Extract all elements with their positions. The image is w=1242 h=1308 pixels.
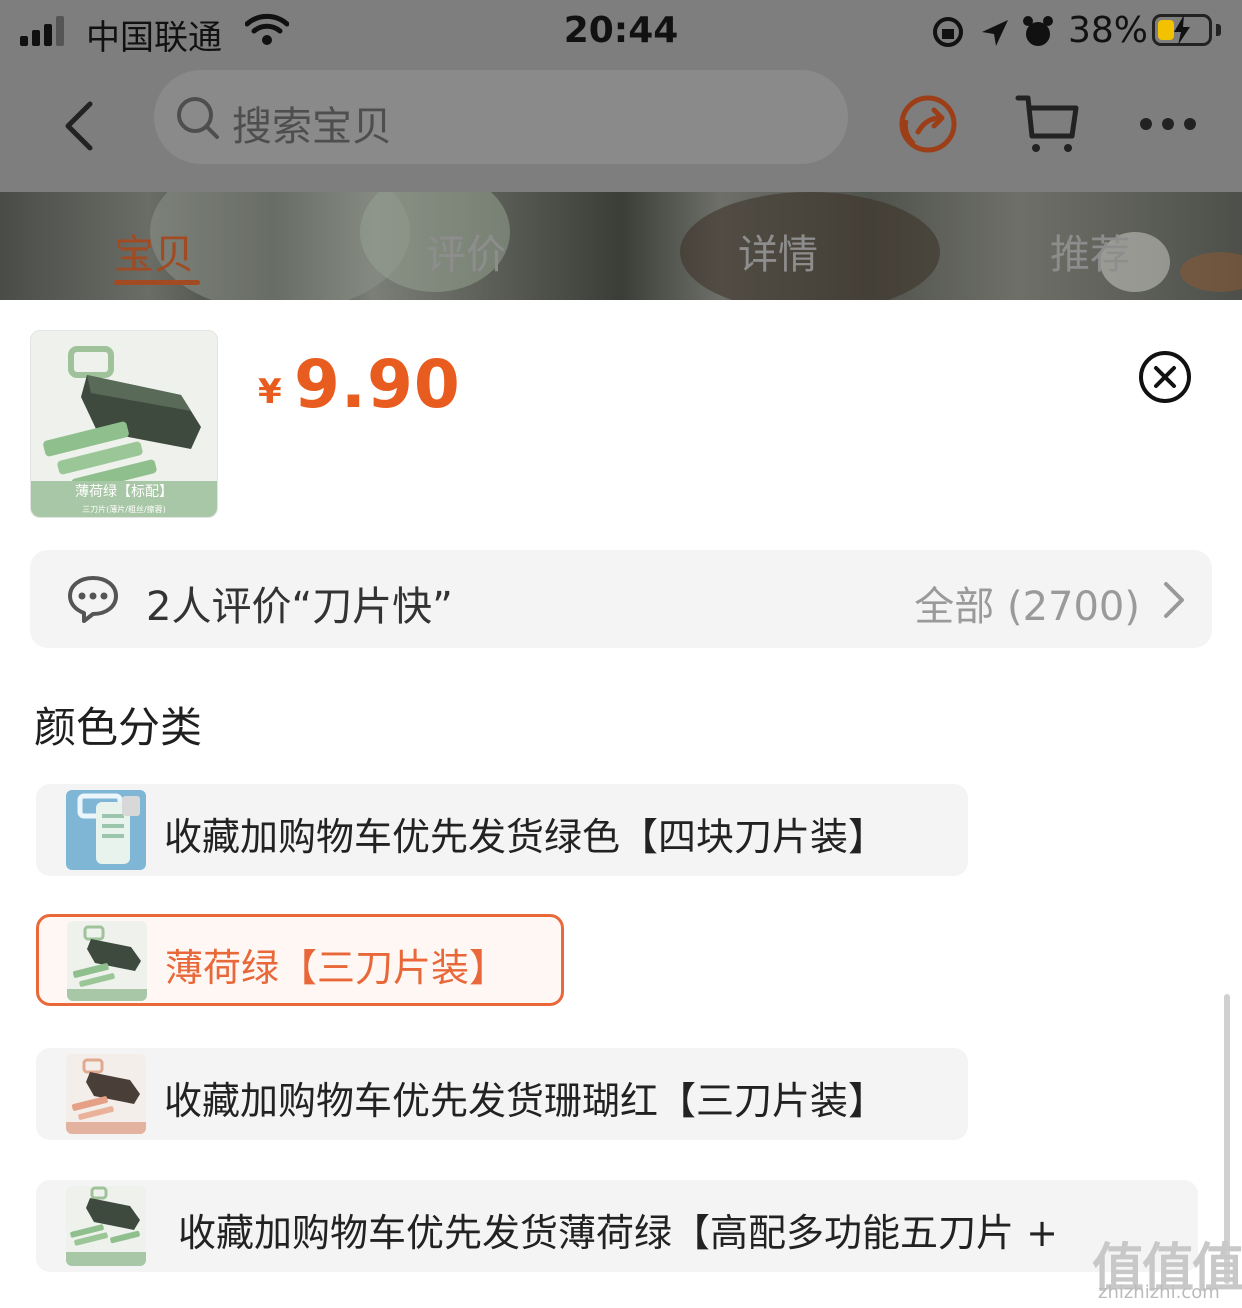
review-summary-bar[interactable]: 2人评价“刀片快” 全部 (2700) (30, 550, 1212, 648)
battery-tip (1216, 24, 1221, 36)
share-icon[interactable] (896, 92, 960, 156)
watermark-domain: zhizhizhi.com (1098, 1282, 1220, 1303)
battery-percentage: 38% (1068, 10, 1149, 51)
product-price: 9.90 (294, 346, 461, 423)
status-bar: 中国联通 20:44 38% (0, 0, 1242, 64)
option-label: 收藏加购物车优先发货珊瑚红【三刀片装】 (164, 1079, 887, 1123)
search-input[interactable]: 搜索宝贝 (154, 70, 848, 164)
sku-option-selected[interactable]: 薄荷绿【三刀片装】 (36, 914, 564, 1006)
review-summary-text: 2人评价“刀片快” (146, 584, 453, 630)
sku-option[interactable]: 收藏加购物车优先发货薄荷绿【高配多功能五刀片 + (36, 1180, 1198, 1272)
chevron-right-icon (1164, 582, 1184, 618)
thumbnail-subcaption: 三刀片(薄片/粗丝/擦蓉) (82, 505, 166, 514)
option-thumbnail (66, 1186, 146, 1266)
search-icon (177, 97, 219, 139)
more-icon[interactable] (1138, 112, 1198, 136)
chat-bubble-icon (68, 576, 118, 623)
option-label: 收藏加购物车优先发货薄荷绿【高配多功能五刀片 + (178, 1211, 1058, 1255)
option-thumbnail (66, 1054, 146, 1134)
back-arrow-icon[interactable] (56, 96, 106, 156)
tab-reviews[interactable]: 评价 (426, 222, 506, 280)
close-icon[interactable] (1138, 350, 1192, 404)
battery-icon (1152, 14, 1212, 46)
all-reviews-link[interactable]: 全部 (2700) (914, 574, 1140, 632)
tab-baobei[interactable]: 宝贝 (114, 222, 194, 280)
search-placeholder: 搜索宝贝 (232, 104, 392, 150)
option-thumbnail (67, 921, 147, 1001)
tab-recommend[interactable]: 推荐 (1050, 222, 1130, 280)
sku-option[interactable]: 收藏加购物车优先发货珊瑚红【三刀片装】 (36, 1048, 968, 1140)
product-thumbnail[interactable]: 薄荷绿【标配】 三刀片(薄片/粗丝/擦蓉) (30, 330, 218, 518)
lock-rotation-icon (933, 17, 963, 47)
thumbnail-caption: 薄荷绿【标配】 (75, 484, 173, 500)
option-thumbnail (66, 790, 146, 870)
status-icons (933, 16, 1053, 47)
location-icon (982, 20, 1008, 46)
currency-symbol: ¥ (258, 372, 282, 412)
active-tab-indicator (114, 280, 200, 285)
color-category-title: 颜色分类 (34, 703, 203, 752)
sku-option[interactable]: 收藏加购物车优先发货绿色【四块刀片装】 (36, 784, 968, 876)
option-label: 收藏加购物车优先发货绿色【四块刀片装】 (164, 815, 887, 859)
tab-details[interactable]: 详情 (738, 222, 818, 280)
option-label: 薄荷绿【三刀片装】 (165, 946, 508, 990)
alarm-icon (1023, 16, 1053, 46)
sku-selection-sheet: 薄荷绿【标配】 三刀片(薄片/粗丝/擦蓉) ¥ 9.90 2人评价“刀片快” 全… (0, 300, 1242, 1308)
cart-icon[interactable] (1014, 92, 1080, 156)
